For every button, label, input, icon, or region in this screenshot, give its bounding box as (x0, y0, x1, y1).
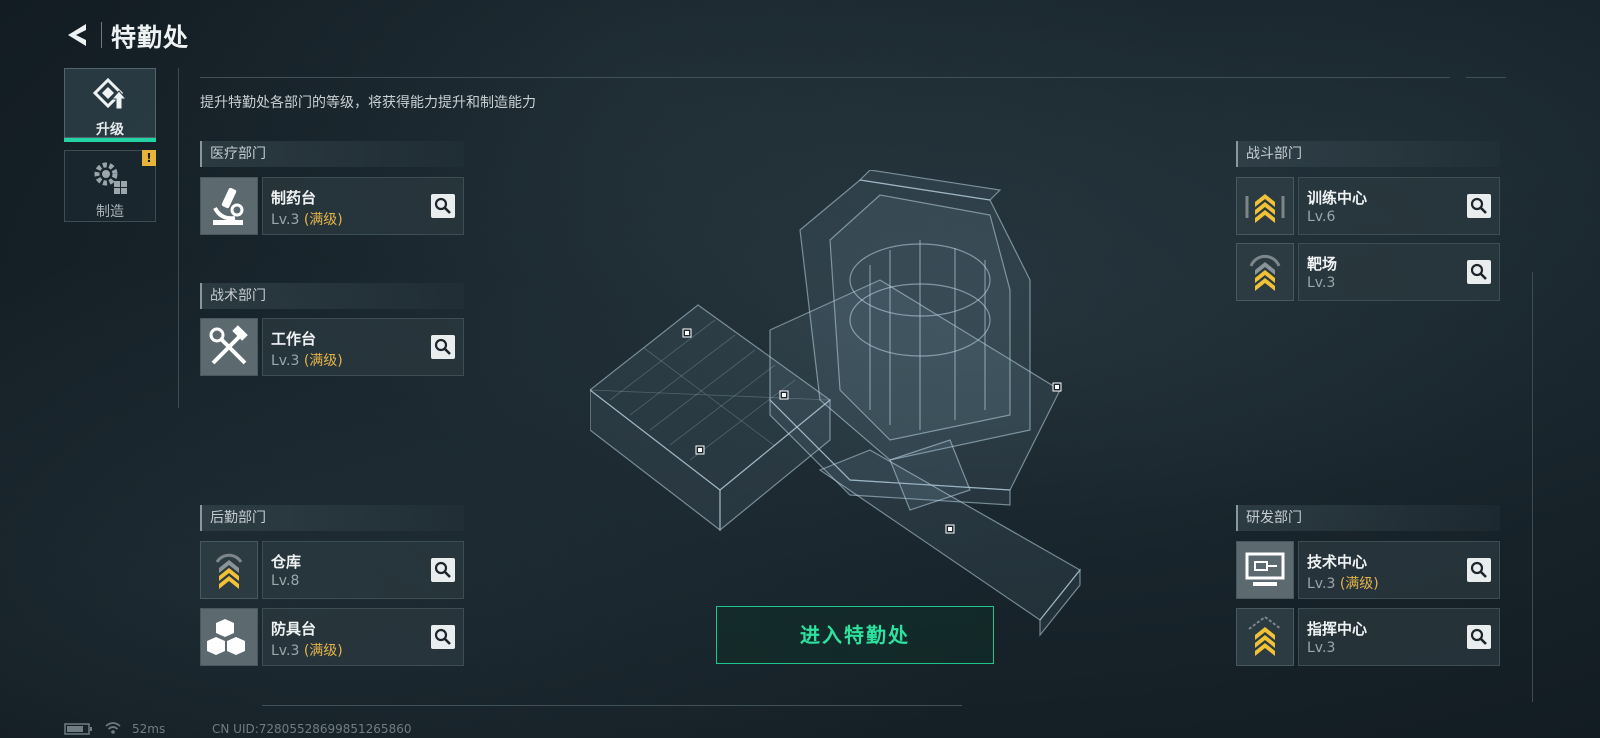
facility-card-command-center[interactable]: 指挥中心 Lv.3 (1236, 608, 1500, 666)
bottom-frame-line (262, 705, 962, 706)
battery-icon (64, 723, 92, 735)
dept-tactical-header: 战术部门 (200, 283, 464, 309)
facility-level: Lv.3 (满级) (1307, 576, 1379, 592)
facility-card-pharmacy[interactable]: 制药台 Lv.3 (满级) (200, 177, 464, 235)
title-divider (101, 22, 102, 48)
search-icon[interactable] (1467, 194, 1491, 218)
facility-level: Lv.3 (满级) (271, 212, 343, 228)
facility-level: Lv.3 (满级) (271, 353, 343, 369)
dept-combat-header: 战斗部门 (1236, 141, 1500, 167)
facility-level: Lv.6 (1307, 209, 1336, 225)
tab-craft-label: 制造 (96, 204, 124, 220)
page-title: 特勤处 (111, 23, 190, 52)
facility-thumb (1236, 608, 1294, 666)
facility-name: 仓库 (271, 553, 302, 571)
facility-thumb (200, 177, 258, 235)
facility-thumb (200, 608, 258, 666)
facility-card-workbench[interactable]: 工作台 Lv.3 (满级) (200, 318, 464, 376)
microscope-icon (213, 187, 244, 225)
description-text: 提升特勤处各部门的等级，将获得能力提升和制造能力 (200, 95, 536, 111)
search-icon[interactable] (1467, 558, 1491, 582)
tab-upgrade-label: 升级 (96, 122, 124, 138)
top-frame-line (200, 77, 1450, 78)
chevrons-icon (215, 553, 243, 589)
search-icon[interactable] (1467, 625, 1491, 649)
alert-badge: ! (142, 150, 156, 166)
search-icon[interactable] (431, 558, 455, 582)
dept-medical-header: 医疗部门 (200, 141, 464, 167)
facility-card-warehouse[interactable]: 仓库 Lv.8 (200, 541, 464, 599)
top-frame-line-end (1466, 77, 1506, 78)
facility-level: Lv.3 (1307, 275, 1336, 291)
facility-card-armor-bench[interactable]: 防具台 Lv.3 (满级) (200, 608, 464, 666)
facility-level: Lv.3 (1307, 640, 1336, 656)
search-icon[interactable] (431, 625, 455, 649)
facility-name: 技术中心 (1307, 553, 1368, 571)
facility-thumb (1236, 177, 1294, 235)
enter-facility-button[interactable]: 进入特勤处 (716, 606, 994, 664)
facility-name: 靶场 (1307, 255, 1338, 273)
facility-level: Lv.8 (271, 573, 300, 589)
facility-thumb (1236, 243, 1294, 301)
facility-name: 工作台 (271, 330, 317, 348)
facility-thumb (200, 318, 258, 376)
search-icon[interactable] (431, 194, 455, 218)
chevrons-icon (1248, 615, 1282, 656)
facility-card-training-center[interactable]: 训练中心 Lv.6 (1236, 177, 1500, 235)
facility-card-shooting-range[interactable]: 靶场 Lv.3 (1236, 243, 1500, 301)
base-wireframe-model[interactable] (590, 170, 1110, 650)
facility-name: 防具台 (271, 620, 317, 638)
tab-upgrade[interactable]: 升级 (64, 68, 156, 138)
left-frame-line (178, 68, 179, 408)
chevrons-icon (1249, 254, 1281, 291)
gears-icon (94, 162, 127, 194)
active-tab-indicator (64, 138, 156, 142)
cubes-icon (207, 619, 245, 655)
wifi-icon (105, 722, 121, 734)
upgrade-icon (92, 77, 128, 110)
chevrons-icon (1245, 194, 1285, 223)
right-frame-line (1532, 272, 1533, 702)
facility-thumb (1236, 541, 1294, 599)
facility-name: 制药台 (271, 189, 317, 207)
facility-card-tech-center[interactable]: 技术中心 Lv.3 (满级) (1236, 541, 1500, 599)
tools-icon (209, 325, 248, 365)
monitor-icon (1245, 552, 1285, 586)
search-icon[interactable] (1467, 260, 1491, 284)
facility-name: 指挥中心 (1307, 620, 1368, 638)
facility-name: 训练中心 (1307, 189, 1368, 207)
facility-thumb (200, 541, 258, 599)
facility-level: Lv.3 (满级) (271, 643, 343, 659)
back-arrow-icon[interactable] (62, 18, 96, 52)
search-icon[interactable] (431, 335, 455, 359)
uid-text: CN UID:7280552869985126586​0 (212, 722, 412, 736)
ping-text: 52ms (132, 722, 166, 736)
dept-research-header: 研发部门 (1236, 505, 1500, 531)
dept-logistics-header: 后勤部门 (200, 505, 464, 531)
